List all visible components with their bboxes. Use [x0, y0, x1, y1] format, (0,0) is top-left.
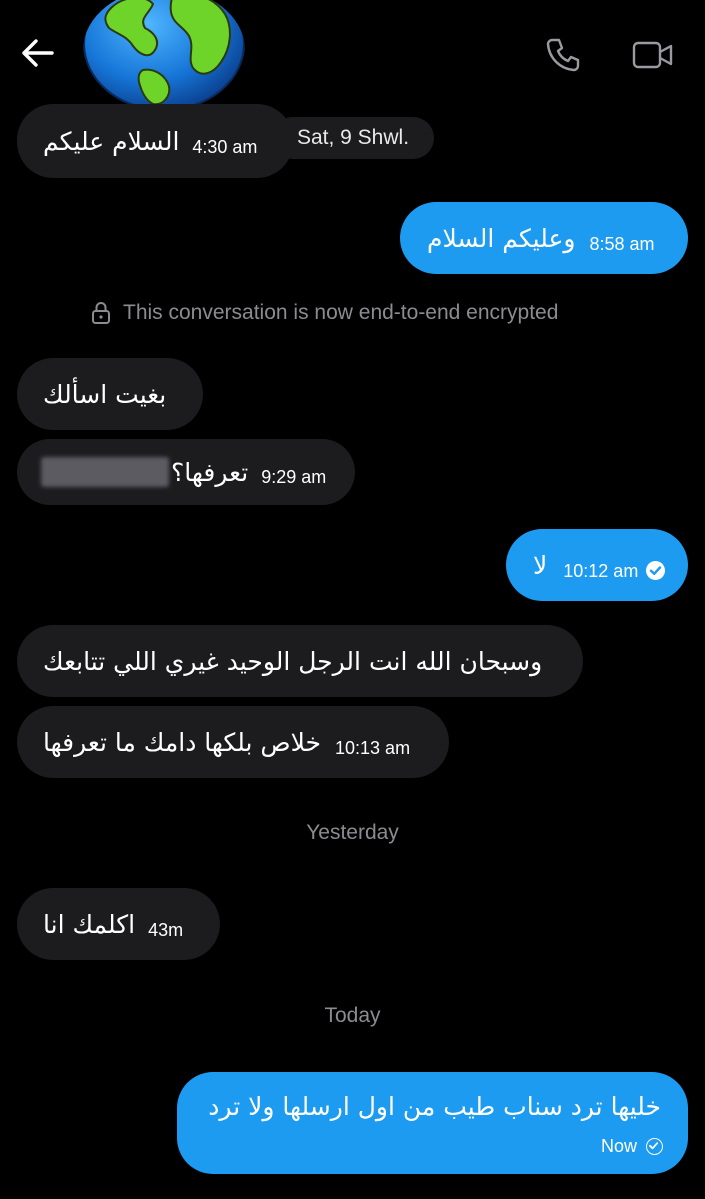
lock-icon — [92, 301, 110, 324]
message-text: وسبحان الله انت الرجل الوحيد غيري اللي ت… — [43, 646, 543, 676]
message-time: 4:30 am — [192, 136, 258, 157]
message-bubble[interactable]: وسبحان الله انت الرجل الوحيد غيري اللي ت… — [17, 625, 583, 697]
message-text: خلاص بلكها دامك ما تعرفها — [43, 727, 322, 757]
message-bubble[interactable]: وعليكم السلام 8:58 am — [400, 202, 688, 274]
phone-icon — [546, 38, 580, 72]
date-pill: Sat, 9 Shwl. — [272, 117, 434, 159]
message-time: 10:12 am — [563, 560, 639, 581]
message-text: السلام عليكم — [43, 126, 180, 156]
message-text: وعليكم السلام — [427, 223, 576, 253]
message-meta: Now — [601, 1136, 663, 1157]
avatar[interactable] — [83, 0, 245, 112]
encryption-notice-text: This conversation is now end-to-end encr… — [123, 301, 559, 324]
globe-avatar — [83, 0, 245, 111]
message-text: لا — [533, 550, 548, 580]
message-bubble[interactable]: تعرفها؟ 9:29 am — [17, 439, 355, 505]
message-time: 8:58 am — [589, 233, 655, 254]
date-separator: Yesterday — [306, 821, 399, 844]
seen-check-icon — [646, 561, 666, 580]
call-button[interactable] — [540, 32, 586, 78]
redacted-username — [41, 457, 169, 487]
encryption-notice: This conversation is now end-to-end encr… — [90, 300, 558, 326]
date-separator: Today — [324, 1004, 381, 1027]
message-time: 9:29 am — [261, 466, 327, 487]
message-text: اكلمك انا — [43, 909, 136, 939]
message-text: تعرفها؟ — [171, 457, 249, 487]
arrow-left-icon — [22, 39, 54, 67]
video-call-button[interactable] — [628, 32, 678, 78]
message-time: 43m — [148, 919, 184, 940]
message-time: 10:13 am — [335, 737, 411, 758]
message-text: خليها ترد سناب طيب من اول ارسلها ولا ترد — [208, 1092, 661, 1121]
message-bubble[interactable]: السلام عليكم 4:30 am — [17, 104, 293, 178]
message-bubble[interactable]: خلاص بلكها دامك ما تعرفها 10:13 am — [17, 706, 449, 778]
message-text: بغيت اسألك — [43, 379, 167, 409]
video-camera-icon — [632, 41, 673, 69]
sent-check-icon — [646, 1138, 663, 1155]
message-time: Now — [600, 1136, 637, 1156]
message-bubble[interactable]: بغيت اسألك — [17, 358, 203, 430]
message-bubble[interactable]: اكلمك انا 43m — [17, 888, 220, 960]
back-button[interactable] — [14, 30, 60, 76]
message-bubble[interactable]: خليها ترد سناب طيب من اول ارسلها ولا ترد… — [177, 1072, 688, 1174]
message-bubble[interactable]: لا 10:12 am — [506, 529, 688, 601]
